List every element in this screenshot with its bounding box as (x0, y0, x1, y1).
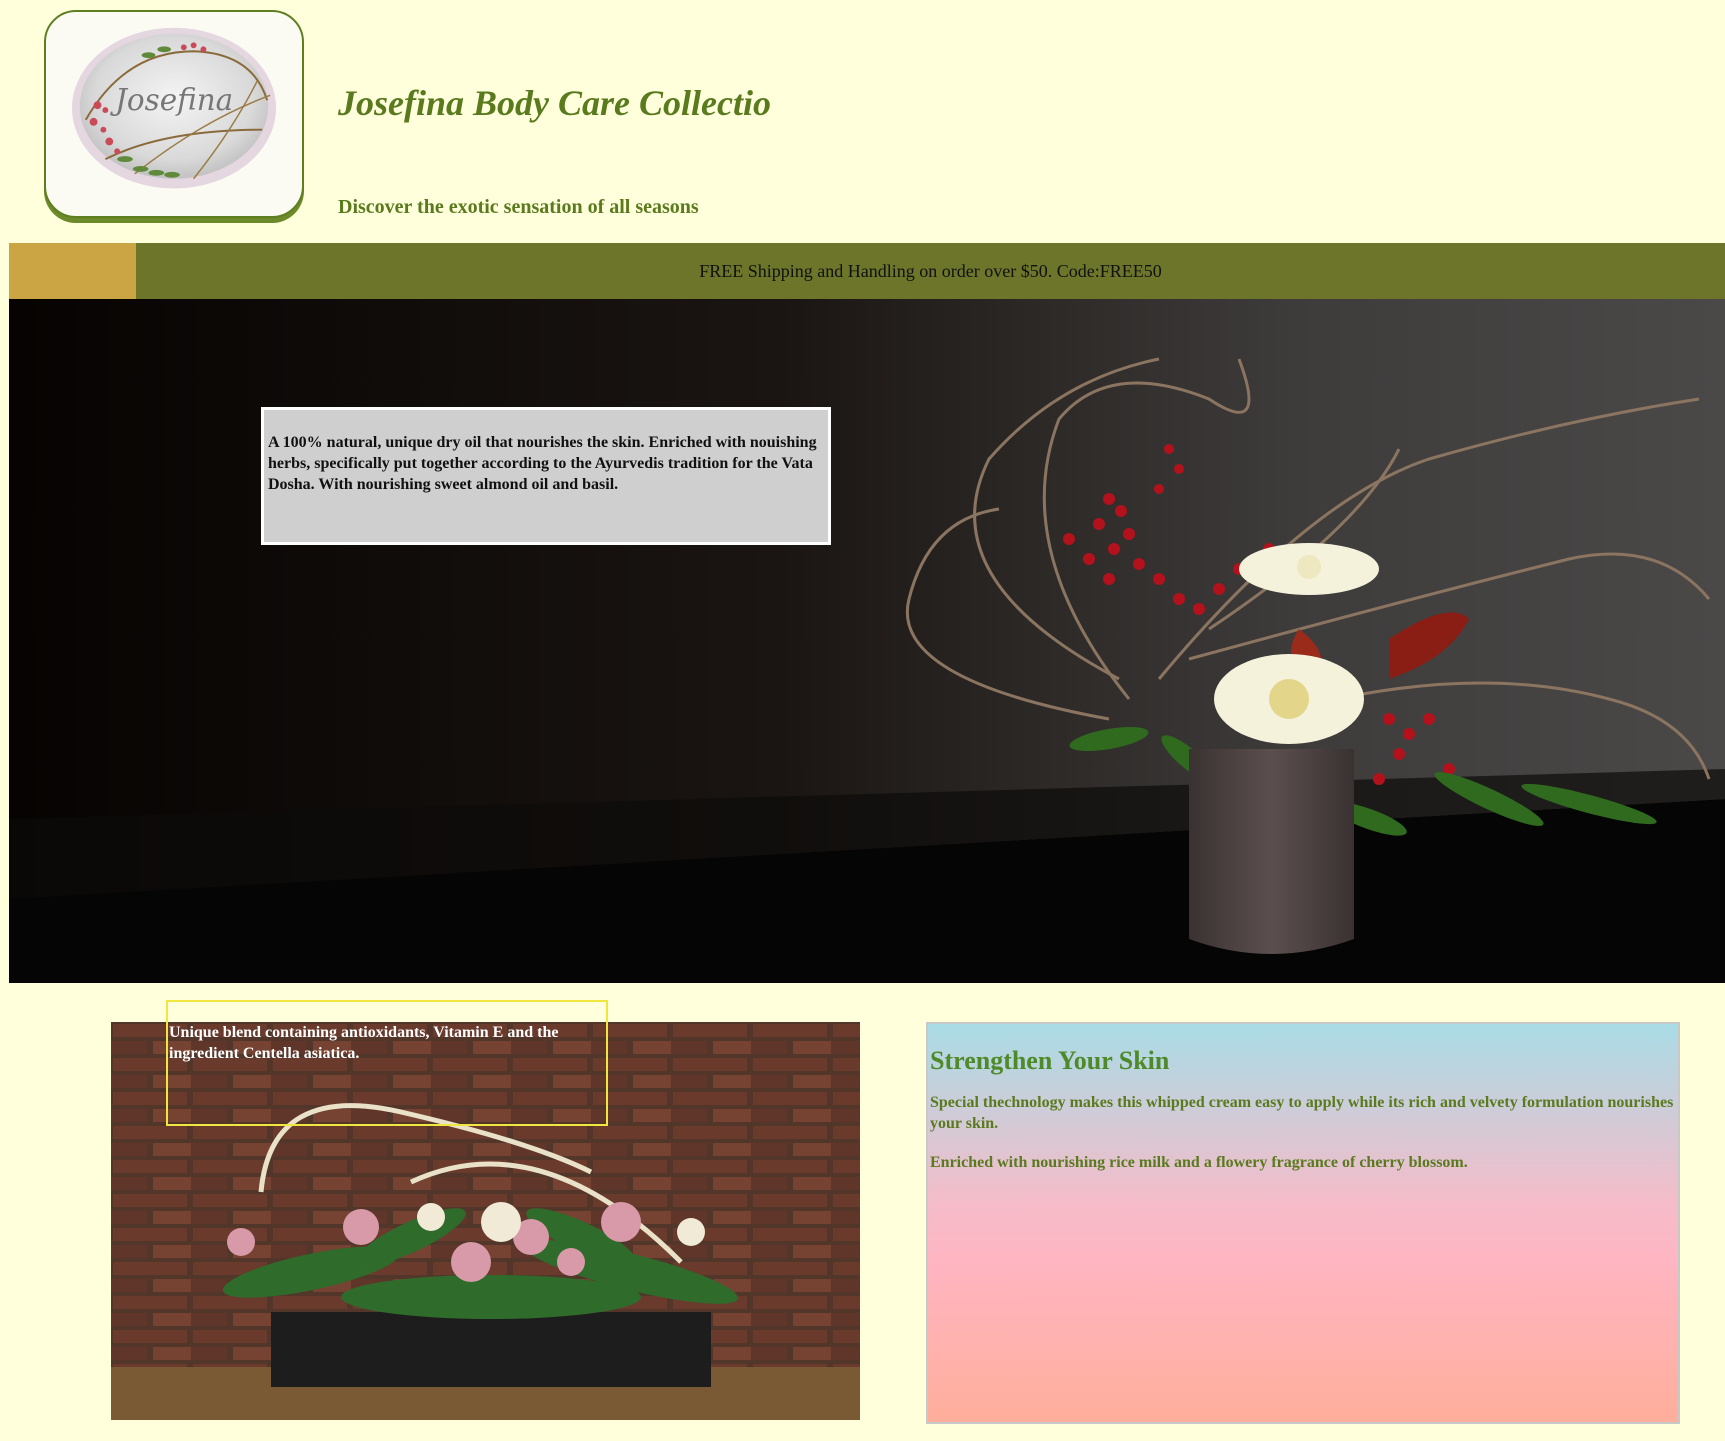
info-paragraph-2: Enriched with nourishing rice milk and a… (930, 1154, 1468, 1171)
logo-image: Josefina (72, 27, 276, 189)
brand-logo[interactable]: Josefina (44, 10, 304, 218)
site-tagline: Discover the exotic sensation of all sea… (338, 196, 699, 218)
promo-accent-block (9, 243, 136, 299)
site-title: Josefina Body Care Collectio (338, 83, 771, 123)
info-panel: Strengthen Your Skin Special thechnology… (926, 1022, 1680, 1424)
info-paragraph-1: Special thechnology makes this whipped c… (930, 1094, 1674, 1132)
product-photo-caption: Unique blend containing antioxidants, Vi… (166, 1000, 608, 1126)
hero-banner: A 100% natural, unique dry oil that nour… (9, 299, 1725, 983)
hero-image (9, 299, 1725, 983)
hero-caption: A 100% natural, unique dry oil that nour… (261, 407, 831, 545)
info-heading: Strengthen Your Skin (930, 1046, 1170, 1075)
logo-script-text: Josefina (110, 83, 233, 117)
promo-text: FREE Shipping and Handling on order over… (699, 261, 1162, 281)
promo-banner: FREE Shipping and Handling on order over… (9, 243, 1725, 299)
